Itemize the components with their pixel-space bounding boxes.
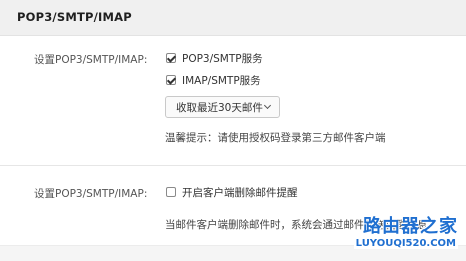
fetch-range-value: 收取最近30天邮件 [176, 101, 263, 114]
section-divider [0, 165, 466, 166]
chevron-down-icon [263, 101, 272, 110]
section-title: POP3/SMTP/IMAP [17, 10, 132, 24]
watermark-logo-text: 路由器之家 [363, 216, 458, 237]
pop3-smtp-label: POP3/SMTP服务 [182, 52, 263, 65]
imap-smtp-checkbox[interactable] [166, 75, 176, 85]
imap-smtp-option[interactable]: IMAP/SMTP服务 [166, 73, 261, 87]
delete-reminder-checkbox[interactable] [166, 187, 176, 197]
delete-reminder-option[interactable]: 开启客户端删除邮件提醒 [166, 185, 298, 199]
pop3-smtp-checkbox[interactable] [166, 53, 176, 63]
watermark-url: LUYOUQI520.COM [353, 238, 458, 249]
auth-code-hint: 温馨提示：请使用授权码登录第三方邮件客户端 [165, 132, 386, 144]
pop3-setting-label: 设置POP3/SMTP/IMAP: [34, 54, 148, 66]
delete-reminder-label: 开启客户端删除邮件提醒 [182, 186, 298, 199]
fetch-range-select[interactable]: 收取最近30天邮件 [165, 96, 280, 118]
section-header: POP3/SMTP/IMAP [0, 0, 466, 36]
site-watermark: 路由器之家 LUYOUQI520.COM [336, 212, 462, 256]
delete-reminder-setting-label: 设置POP3/SMTP/IMAP: [34, 188, 148, 200]
pop3-smtp-option[interactable]: POP3/SMTP服务 [166, 51, 263, 65]
imap-smtp-label: IMAP/SMTP服务 [182, 74, 261, 87]
